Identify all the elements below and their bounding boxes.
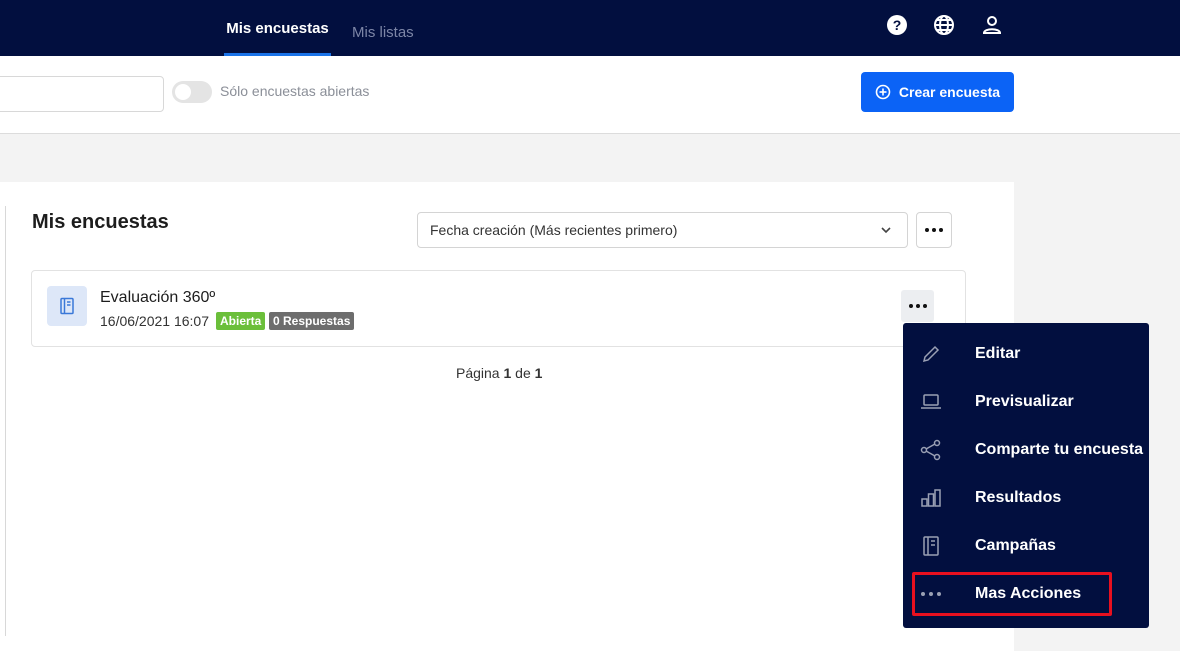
dot (922, 304, 927, 308)
dot (932, 228, 936, 232)
help-icon[interactable]: ? (886, 14, 908, 36)
toggle-label: Sólo encuestas abiertas (220, 83, 370, 99)
dot (908, 304, 913, 308)
filter-bar: Sólo encuestas abiertas Crear encuesta (0, 56, 1180, 134)
tab-mis-encuestas[interactable]: Mis encuestas (224, 0, 331, 56)
open-surveys-toggle[interactable] (172, 81, 212, 103)
pagination-sep: de (515, 365, 531, 381)
menu-label: Editar (975, 345, 1021, 362)
menu-label: Resultados (975, 489, 1062, 506)
pagination-total: 1 (534, 365, 543, 381)
globe-icon[interactable] (933, 14, 955, 36)
page-title: Mis encuestas (32, 211, 169, 233)
laptop-icon (920, 391, 942, 413)
status-badge: Abierta (216, 312, 266, 330)
top-navbar: Mis encuestas Mis listas ? (0, 0, 1180, 56)
survey-date: 16/06/2021 16:07 (100, 313, 209, 329)
responses-badge: 0 Respuestas (269, 312, 355, 330)
menu-item-previsualizar[interactable]: Previsualizar (903, 378, 1149, 426)
survey-row[interactable] (31, 270, 966, 347)
user-icon[interactable] (981, 14, 1003, 36)
chevron-down-icon (881, 227, 891, 234)
menu-label: Campañas (975, 537, 1056, 554)
survey-notebook-icon (47, 286, 87, 326)
svg-text:?: ? (893, 17, 902, 33)
menu-item-campanas[interactable]: Campañas (903, 522, 1149, 570)
tab-label: Mis listas (352, 23, 414, 41)
dot (939, 228, 943, 232)
menu-item-editar[interactable]: Editar (903, 330, 1149, 378)
menu-label: Previsualizar (975, 393, 1074, 410)
divider (5, 206, 6, 636)
dot (915, 304, 920, 308)
notebook-icon (920, 535, 942, 557)
sort-value: Fecha creación (Más recientes primero) (430, 222, 678, 238)
dot (925, 228, 929, 232)
surveys-card (0, 182, 1014, 651)
create-survey-label: Crear encuesta (898, 84, 1001, 100)
tab-mis-listas[interactable]: Mis listas (352, 4, 414, 60)
survey-name[interactable]: Evaluación 360º (100, 289, 215, 307)
menu-item-compartir[interactable]: Comparte tu encuesta (903, 426, 1149, 474)
create-survey-button[interactable]: Crear encuesta (861, 72, 1014, 112)
plus-circle-icon (875, 84, 891, 100)
menu-item-resultados[interactable]: Resultados (903, 474, 1149, 522)
bar-chart-icon (920, 487, 942, 509)
pagination: Página 1 de 1 (456, 365, 542, 381)
list-more-button[interactable] (916, 212, 952, 248)
sort-select[interactable]: Fecha creación (Más recientes primero) (417, 212, 908, 248)
highlight-box (912, 572, 1112, 616)
pagination-prefix: Página (456, 365, 500, 381)
pencil-icon (920, 343, 942, 365)
share-icon (920, 439, 942, 461)
survey-more-button[interactable] (901, 290, 934, 322)
menu-label: Comparte tu encuesta (975, 441, 1144, 458)
tab-label: Mis encuestas (226, 19, 329, 37)
search-input[interactable] (0, 76, 164, 112)
toggle-knob (175, 84, 191, 100)
pagination-current: 1 (503, 365, 512, 381)
